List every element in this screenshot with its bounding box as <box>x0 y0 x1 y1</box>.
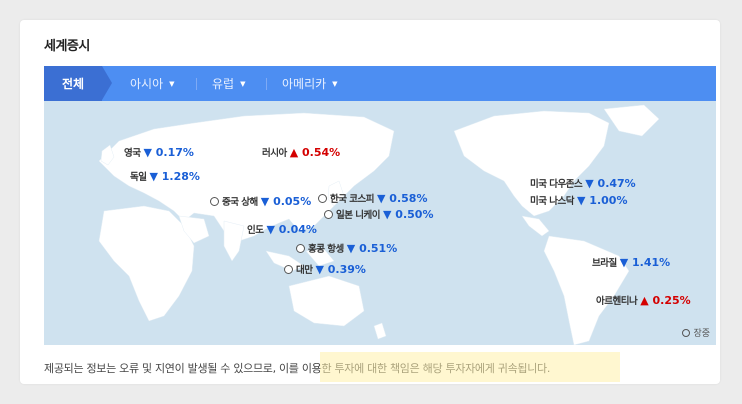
market-change: ▼ 0.47% <box>585 176 636 190</box>
market-name: 러시아 <box>262 148 287 159</box>
market-change: ▼ 0.04% <box>266 222 317 236</box>
clock-icon <box>324 209 333 219</box>
market-russia[interactable]: 러시아 ▲ 0.54% <box>262 145 341 160</box>
chevron-down-icon: ▼ <box>240 79 246 88</box>
market-change: ▼ 0.17% <box>143 145 194 159</box>
market-name: 브라질 <box>592 258 617 269</box>
market-nasdaq[interactable]: 미국 나스닥 ▼ 1.00% <box>530 193 628 208</box>
market-taiwan[interactable]: 대만 ▼ 0.39% <box>284 262 366 276</box>
market-change: ▼ 1.00% <box>577 193 628 207</box>
market-shanghai[interactable]: 중국 상해 ▼ 0.05% <box>210 194 311 208</box>
market-change: ▼ 0.50% <box>383 207 434 221</box>
market-name: 중국 상해 <box>222 197 258 208</box>
chevron-down-icon: ▼ <box>169 79 175 88</box>
market-kospi[interactable]: 한국 코스피 ▼ 0.58% <box>318 191 427 205</box>
tab-asia[interactable]: 아시아 ▼ <box>130 66 175 101</box>
market-change: ▲ 0.54% <box>289 145 341 159</box>
market-nikkei[interactable]: 일본 니케이 ▼ 0.50% <box>324 207 433 221</box>
chevron-down-icon: ▼ <box>332 79 338 88</box>
market-change: ▼ 0.05% <box>260 194 312 208</box>
clock-icon <box>296 243 305 253</box>
market-name: 홍콩 항셍 <box>308 244 344 255</box>
tab-divider <box>266 78 267 90</box>
market-hangseng[interactable]: 홍콩 항셍 ▼ 0.51% <box>296 241 397 255</box>
tab-all[interactable]: 전체 <box>44 66 102 101</box>
market-name: 인도 <box>247 225 264 236</box>
clock-icon <box>210 196 219 206</box>
tab-europe-label: 유럽 <box>212 77 235 91</box>
tab-asia-label: 아시아 <box>130 77 164 91</box>
market-india[interactable]: 인도 ▼ 0.04% <box>247 222 317 237</box>
market-uk[interactable]: 영국 ▼ 0.17% <box>124 145 194 160</box>
market-argentina[interactable]: 아르헨티나 ▲ 0.25% <box>596 293 691 308</box>
market-change: ▼ 0.58% <box>377 191 428 205</box>
market-change: ▼ 0.39% <box>315 262 366 276</box>
tab-europe[interactable]: 유럽 ▼ <box>212 66 245 101</box>
watermark-overlay <box>320 352 620 382</box>
tab-divider <box>196 78 197 90</box>
market-change: ▼ 1.41% <box>619 255 671 269</box>
market-name: 미국 다우존스 <box>530 179 583 190</box>
legend-label: 장중 <box>693 329 710 339</box>
market-name: 아르헨티나 <box>596 296 638 307</box>
market-brazil[interactable]: 브라질 ▼ 1.41% <box>592 255 671 270</box>
clock-icon <box>284 264 293 274</box>
market-dowjones[interactable]: 미국 다우존스 ▼ 0.47% <box>530 176 636 191</box>
market-germany[interactable]: 독일 ▼ 1.28% <box>130 169 200 184</box>
clock-icon <box>682 328 691 337</box>
market-change: ▲ 0.25% <box>640 293 691 307</box>
market-name: 일본 니케이 <box>336 210 381 221</box>
market-name: 독일 <box>130 172 147 183</box>
clock-icon <box>318 193 327 203</box>
tab-americas[interactable]: 아메리카 ▼ <box>282 66 338 101</box>
market-name: 영국 <box>124 148 141 159</box>
section-title: 세계증시 <box>44 39 90 54</box>
world-map-graphic <box>98 104 660 345</box>
active-tab-arrow <box>102 66 112 100</box>
world-map: 영국 ▼ 0.17% 러시아 ▲ 0.54% 독일 ▼ 1.28% 중국 상해 … <box>44 101 716 345</box>
region-tabs: 전체 아시아 ▼ 유럽 ▼ 아메리카 ▼ <box>44 66 716 101</box>
tab-americas-label: 아메리카 <box>282 77 327 91</box>
market-name: 미국 나스닥 <box>530 196 575 207</box>
market-name: 한국 코스피 <box>330 194 375 205</box>
market-open-legend: 장중 <box>682 326 710 339</box>
world-markets-card: 세계증시 전체 아시아 ▼ 유럽 ▼ 아메리카 ▼ 영국 ▼ 0.17% 러시아… <box>20 20 720 384</box>
market-change: ▼ 1.28% <box>149 169 200 183</box>
market-change: ▼ 0.51% <box>346 241 398 255</box>
market-name: 대만 <box>296 265 313 276</box>
